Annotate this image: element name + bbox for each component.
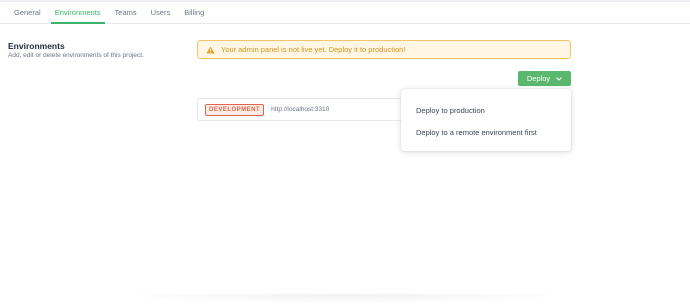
warning-text: Your admin panel is not live yet. Deploy… xyxy=(221,45,406,54)
environment-url[interactable]: http://localhost:3310 xyxy=(271,106,329,113)
tab-environments[interactable]: Environments xyxy=(50,8,105,24)
section-description: Add, edit or delete environments of this… xyxy=(8,52,144,59)
warning-triangle-icon xyxy=(206,45,215,54)
bottom-shadow xyxy=(110,294,580,304)
deploy-dropdown-menu: Deploy to production Deploy to a remote … xyxy=(401,89,571,151)
tab-general[interactable]: General xyxy=(14,8,41,23)
tab-billing[interactable]: Billing xyxy=(184,8,204,23)
environment-badge: DEVELOPMENT xyxy=(205,103,265,116)
chevron-down-icon xyxy=(556,76,563,81)
deploy-button-label: Deploy xyxy=(526,74,551,83)
warning-banner: Your admin panel is not live yet. Deploy… xyxy=(197,40,571,59)
tab-users[interactable]: Users xyxy=(151,8,171,23)
menu-item-deploy-production[interactable]: Deploy to production xyxy=(401,99,571,121)
tab-teams[interactable]: Teams xyxy=(115,8,137,23)
deploy-button[interactable]: Deploy xyxy=(518,71,571,86)
environment-row[interactable]: DEVELOPMENT http://localhost:3310 xyxy=(197,98,417,121)
menu-item-deploy-remote[interactable]: Deploy to a remote environment first xyxy=(401,121,571,143)
section-title: Environments xyxy=(8,41,65,51)
top-divider xyxy=(0,0,690,2)
settings-tabs: General Environments Teams Users Billing xyxy=(0,3,690,24)
